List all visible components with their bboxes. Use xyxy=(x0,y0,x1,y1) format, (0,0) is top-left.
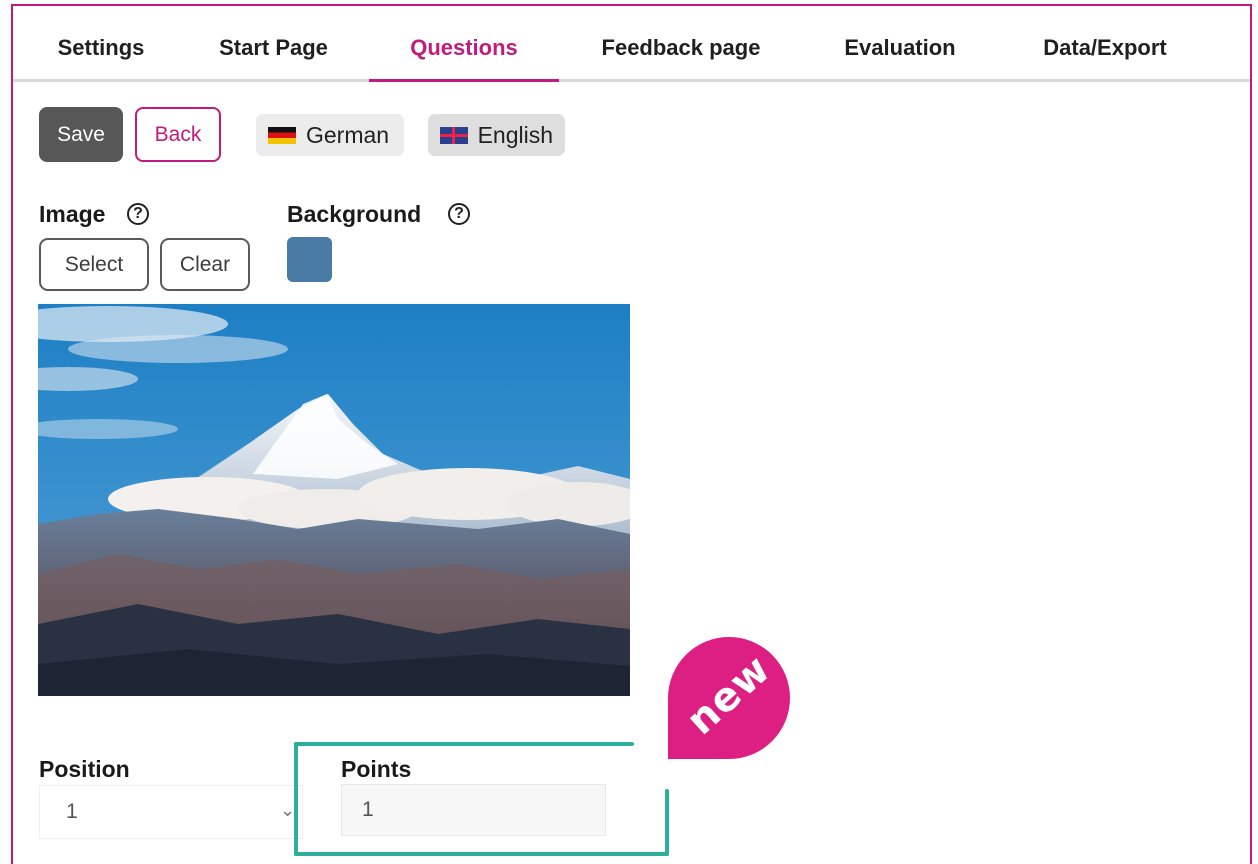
highlight-frame-left xyxy=(294,742,298,856)
language-german-button[interactable]: German xyxy=(256,114,404,156)
highlight-frame-top xyxy=(294,742,634,746)
background-label: Background xyxy=(287,201,422,227)
language-english-button[interactable]: English xyxy=(428,114,565,156)
highlight-frame-bottom xyxy=(294,852,669,856)
points-label: Points xyxy=(341,756,412,782)
position-select[interactable]: 1 xyxy=(39,785,303,839)
chevron-down-icon[interactable]: ⌄ xyxy=(280,800,295,821)
language-german-label: German xyxy=(306,121,390,148)
tab-feedback-page[interactable]: Feedback page xyxy=(593,18,769,79)
tab-bar: Settings Start Page Questions Feedback p… xyxy=(13,18,1250,82)
question-image xyxy=(38,304,630,696)
select-image-button[interactable]: Select xyxy=(39,238,149,291)
save-button[interactable]: Save xyxy=(39,107,123,162)
tab-settings[interactable]: Settings xyxy=(51,18,151,79)
new-badge: new xyxy=(668,637,790,759)
tab-evaluation[interactable]: Evaluation xyxy=(836,18,964,79)
tab-data-export[interactable]: Data/Export xyxy=(1032,18,1178,79)
english-flag-icon xyxy=(440,126,468,144)
background-help-icon[interactable]: ? xyxy=(448,203,470,225)
new-badge-label: new xyxy=(678,645,780,745)
highlight-frame-right xyxy=(665,789,669,856)
tab-questions[interactable]: Questions xyxy=(369,18,559,82)
position-label: Position xyxy=(39,756,130,782)
tab-start-page[interactable]: Start Page xyxy=(211,18,336,79)
image-label: Image xyxy=(39,201,106,227)
points-input[interactable] xyxy=(341,784,606,836)
back-button[interactable]: Back xyxy=(135,107,221,162)
german-flag-icon xyxy=(268,126,296,144)
background-color-swatch[interactable] xyxy=(287,237,332,282)
position-select-value: 1 xyxy=(66,800,78,823)
clear-image-button[interactable]: Clear xyxy=(160,238,250,291)
image-help-icon[interactable]: ? xyxy=(127,203,149,225)
language-english-label: English xyxy=(477,121,553,148)
